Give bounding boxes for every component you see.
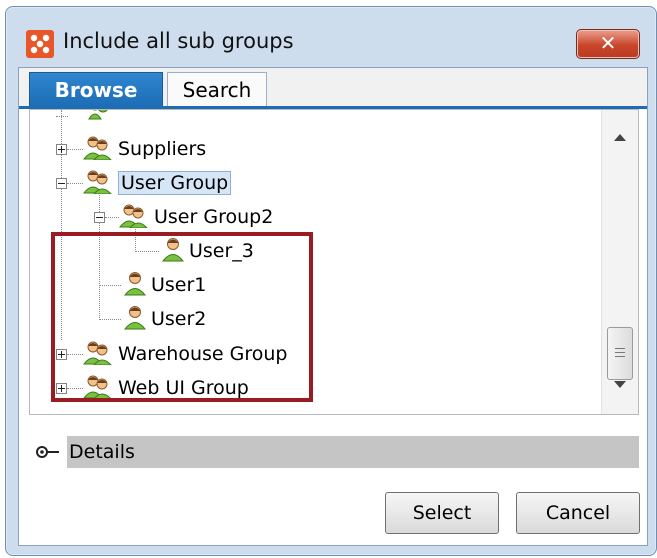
details-toggle-icon[interactable] xyxy=(35,444,61,463)
group-tree[interactable]: Suppliers User Group User Group2 User_3 xyxy=(29,109,639,415)
dialog-body: Browse Search Suppliers User Group User … xyxy=(18,67,648,546)
user-group-icon xyxy=(86,110,112,124)
user-group-icon xyxy=(82,168,114,198)
tree-connector xyxy=(105,217,119,218)
tab-strip: Browse Search xyxy=(19,68,647,109)
scroll-down-icon[interactable] xyxy=(614,381,626,388)
collapse-toggle-icon[interactable] xyxy=(94,212,105,223)
tree-connector xyxy=(67,149,83,150)
close-icon: ✕ xyxy=(599,31,617,55)
user-group-icon xyxy=(82,134,114,164)
tab-browse[interactable]: Browse xyxy=(29,72,163,107)
tree-connector xyxy=(67,183,83,184)
close-button[interactable]: ✕ xyxy=(576,29,640,59)
cancel-button[interactable]: Cancel xyxy=(516,492,640,534)
vertical-scrollbar[interactable] xyxy=(601,110,638,414)
tree-node-label: User Group xyxy=(118,171,232,195)
tree-node-selected[interactable]: User Group xyxy=(82,168,232,198)
scrollbar-thumb[interactable] xyxy=(607,327,633,380)
collapse-toggle-icon[interactable] xyxy=(56,178,67,189)
expand-toggle-icon[interactable] xyxy=(56,144,67,155)
tree-node-label: User Group2 xyxy=(154,206,274,228)
user-group-icon xyxy=(118,202,150,232)
highlight-box xyxy=(51,232,313,402)
tree-node[interactable]: User Group2 xyxy=(118,202,273,232)
select-button[interactable]: Select xyxy=(385,492,499,534)
tab-search[interactable]: Search xyxy=(167,72,267,107)
tree-connector xyxy=(56,116,68,117)
details-label: Details xyxy=(67,436,639,468)
window-title: Include all sub groups xyxy=(63,29,294,53)
app-logo-icon xyxy=(26,30,54,58)
tree-node[interactable]: Suppliers xyxy=(82,134,206,164)
scroll-up-icon[interactable] xyxy=(614,134,626,141)
details-section[interactable]: Details xyxy=(29,436,639,468)
tree-node-label: Suppliers xyxy=(118,138,207,160)
